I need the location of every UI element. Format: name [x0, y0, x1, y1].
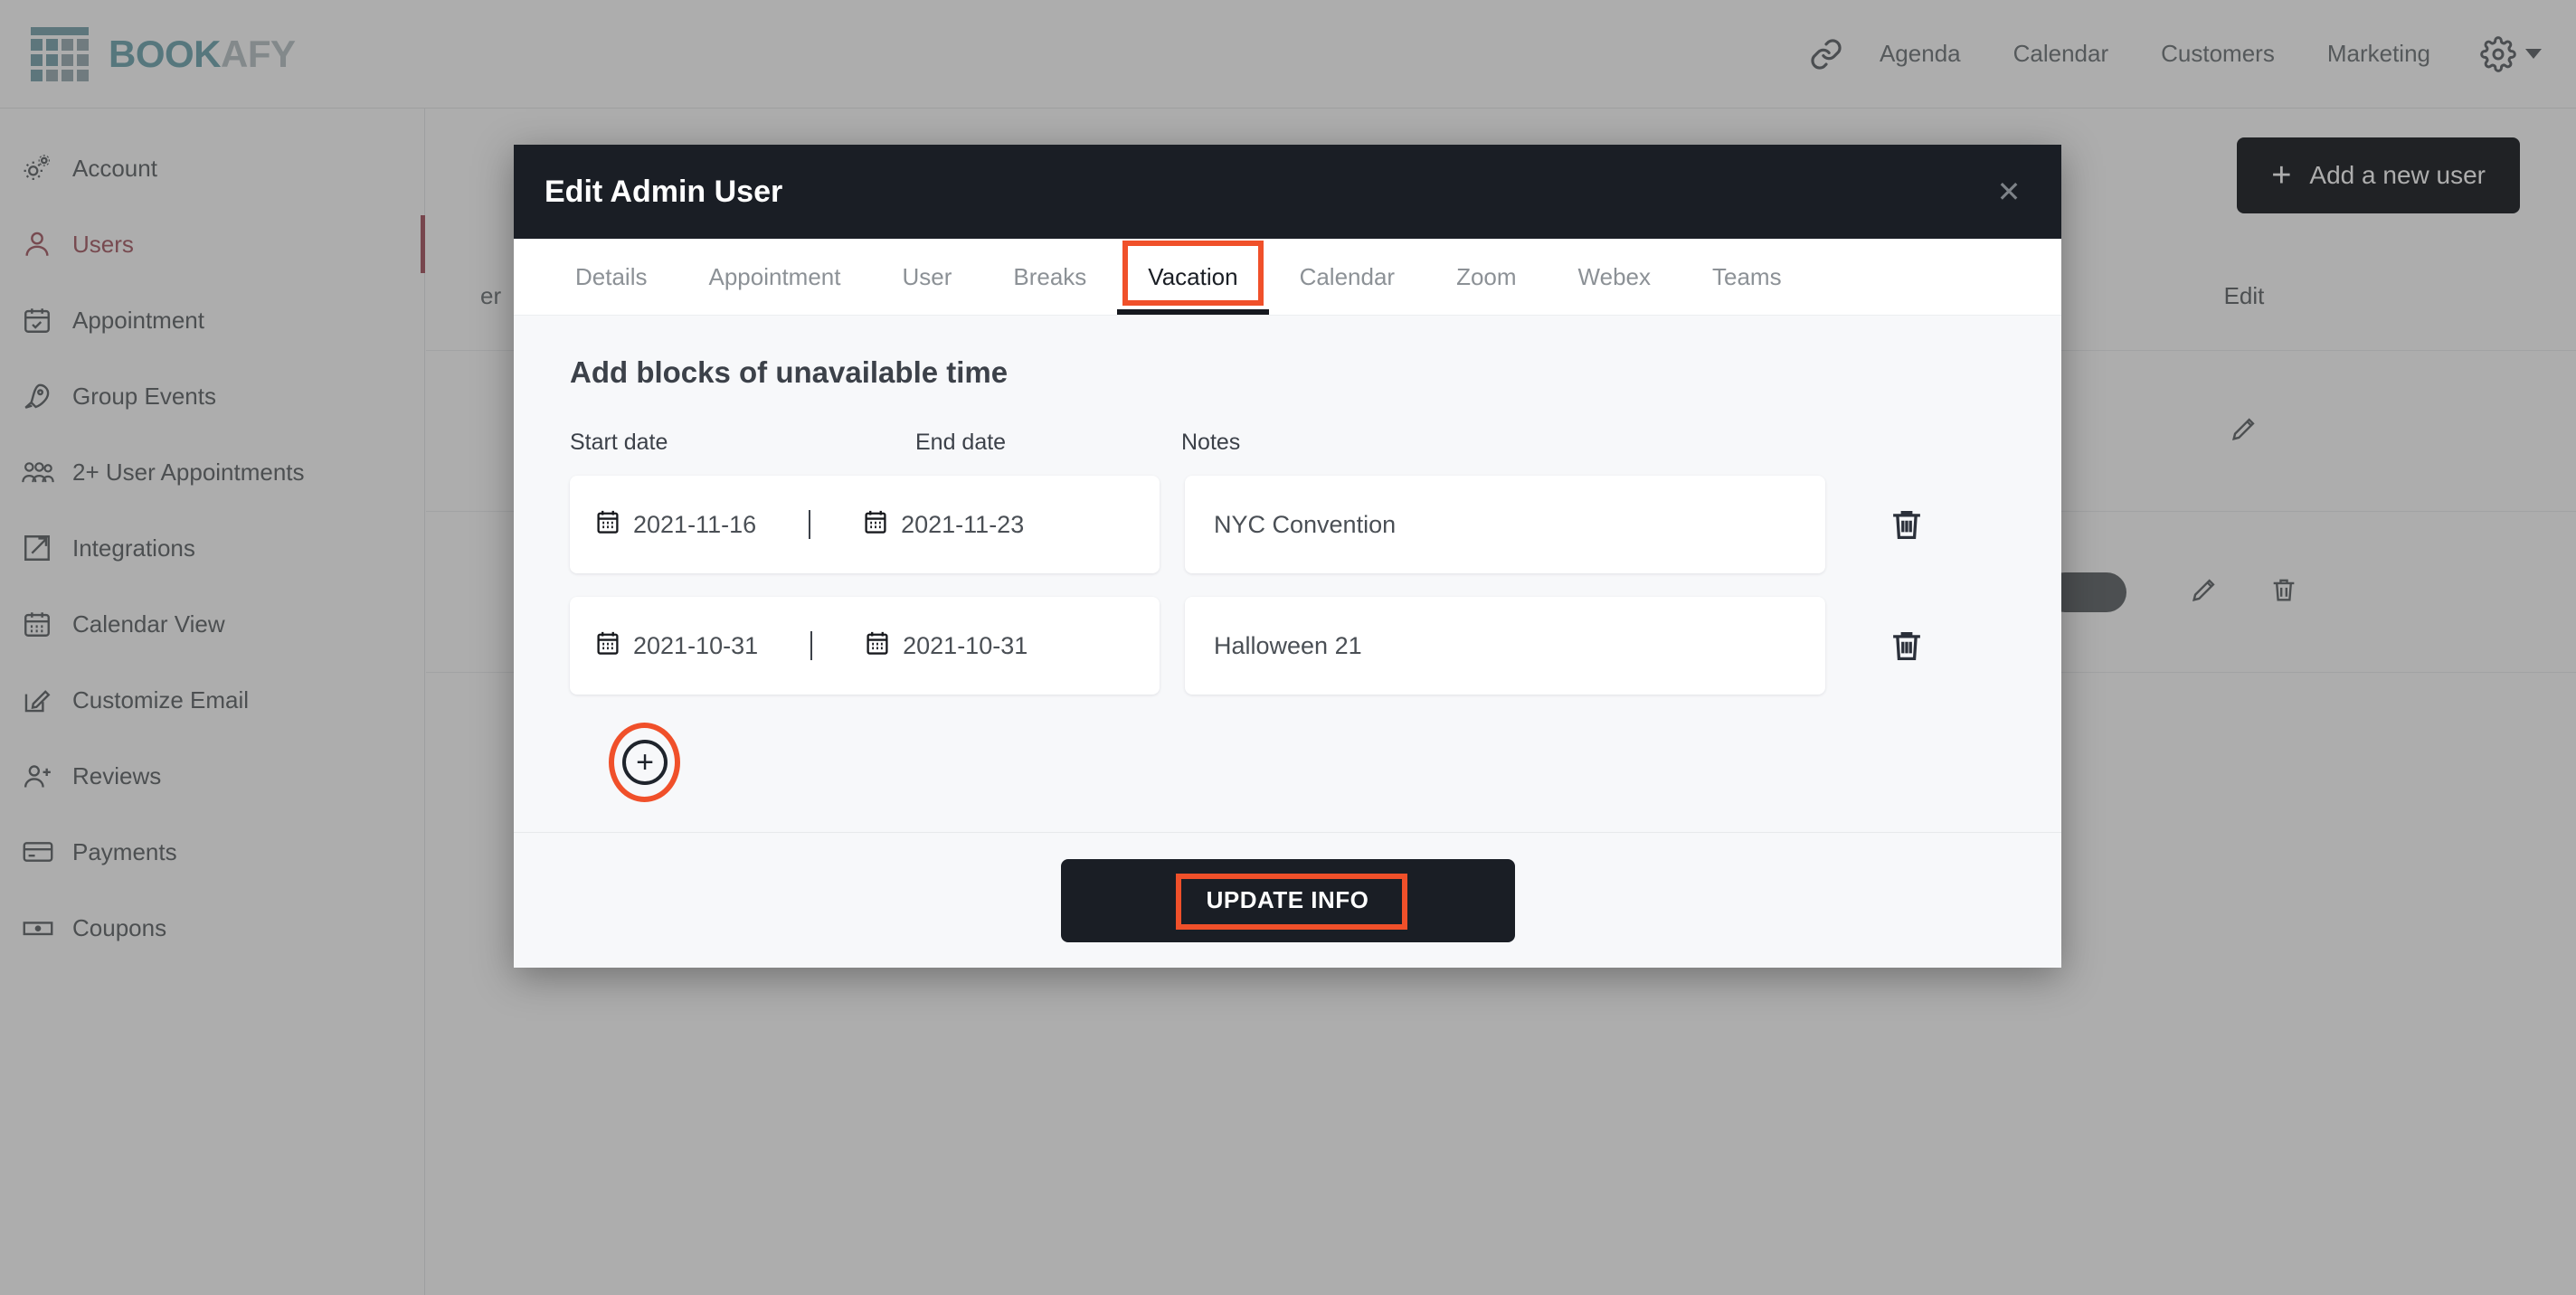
tab-label: Breaks [1013, 262, 1087, 290]
delete-row-button[interactable] [1852, 506, 1961, 544]
column-header-start-date: Start date [570, 430, 668, 455]
column-headers: Start date End date Notes [570, 430, 2061, 456]
tab-label: User [902, 262, 952, 290]
edit-admin-user-modal: Edit Admin User ✕ Details Appointment Us… [514, 145, 2061, 968]
notes-input[interactable]: NYC Convention [1185, 476, 1825, 573]
end-date-value: 2021-11-23 [901, 510, 1025, 538]
modal-body: Add blocks of unavailable time Start dat… [514, 315, 2061, 832]
tab-label: Zoom [1456, 262, 1517, 290]
date-range-field[interactable]: 2021-10-31 2021-10-31 [570, 597, 1160, 695]
tab-zoom[interactable]: Zoom [1425, 239, 1547, 315]
tab-user[interactable]: User [871, 239, 982, 315]
notes-input[interactable]: Halloween 21 [1185, 597, 1825, 695]
trash-icon [1893, 632, 1920, 661]
plus-glyph: + [636, 745, 654, 780]
update-info-button[interactable]: UPDATE INFO [1060, 858, 1515, 942]
add-row-button[interactable]: + [601, 718, 687, 805]
end-date-field[interactable]: 2021-11-23 [863, 508, 1024, 542]
trash-icon [1893, 511, 1920, 540]
notes-value: NYC Convention [1214, 510, 1397, 538]
modal-title: Edit Admin User [545, 174, 783, 209]
app-root: BOOKAFY Agenda Calendar Customers Market… [0, 0, 2576, 1295]
date-separator [809, 510, 811, 539]
tab-details[interactable]: Details [545, 239, 677, 315]
tab-teams[interactable]: Teams [1681, 239, 1813, 315]
notes-value: Halloween 21 [1214, 631, 1362, 659]
calendar-icon [865, 629, 890, 663]
tab-label: Appointment [708, 262, 841, 290]
close-icon[interactable]: ✕ [1984, 166, 2034, 217]
tab-vacation[interactable]: Vacation [1117, 239, 1269, 315]
modal-header: Edit Admin User ✕ [514, 145, 2061, 239]
date-separator [810, 631, 813, 660]
tab-label: Details [575, 262, 648, 290]
tab-label: Calendar [1299, 262, 1396, 290]
calendar-icon [595, 629, 620, 663]
calendar-icon [595, 508, 620, 542]
column-header-notes: Notes [1181, 430, 1241, 455]
delete-row-button[interactable] [1852, 627, 1961, 665]
start-date-field[interactable]: 2021-10-31 [595, 629, 758, 663]
vacation-row: 2021-11-16 2021-11-23 NYC Convention [570, 476, 2061, 573]
column-header-end-date: End date [915, 430, 1007, 455]
section-heading: Add blocks of unavailable time [570, 355, 1009, 389]
modal-footer: UPDATE INFO [514, 832, 2061, 968]
tab-calendar[interactable]: Calendar [1269, 239, 1426, 315]
tab-label: Vacation [1148, 262, 1238, 290]
start-date-field[interactable]: 2021-11-16 [595, 508, 756, 542]
plus-circle-icon: + [622, 740, 668, 785]
start-date-value: 2021-11-16 [633, 510, 757, 538]
calendar-icon [863, 508, 888, 542]
tab-webex[interactable]: Webex [1548, 239, 1681, 315]
update-info-label: UPDATE INFO [1206, 886, 1369, 913]
start-date-value: 2021-10-31 [633, 631, 759, 659]
end-date-field[interactable]: 2021-10-31 [865, 629, 1028, 663]
tab-label: Webex [1577, 262, 1651, 290]
tab-appointment[interactable]: Appointment [677, 239, 871, 315]
modal-tabs: Details Appointment User Breaks Vacation… [514, 239, 2061, 315]
date-range-field[interactable]: 2021-11-16 2021-11-23 [570, 476, 1160, 573]
vacation-row: 2021-10-31 2021-10-31 Halloween 21 [570, 597, 2061, 695]
tab-label: Teams [1712, 262, 1782, 290]
tab-breaks[interactable]: Breaks [982, 239, 1117, 315]
end-date-value: 2021-10-31 [903, 631, 1028, 659]
vacation-rows: 2021-11-16 2021-11-23 NYC Convention 202… [570, 476, 2061, 805]
